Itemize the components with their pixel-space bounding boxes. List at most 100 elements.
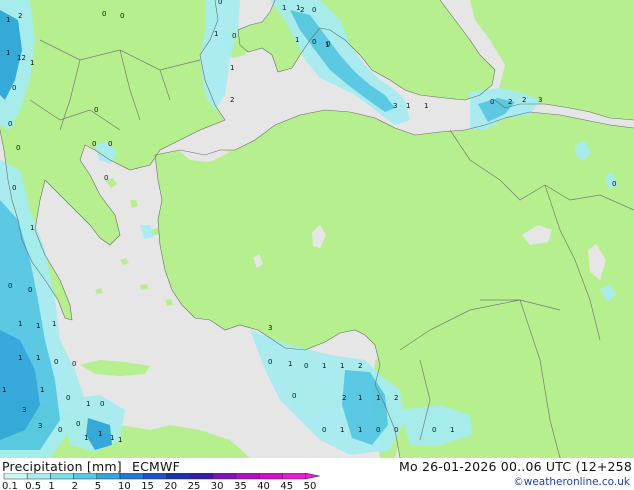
precip-value: 0 (312, 6, 316, 14)
precip-value: 1 (36, 354, 40, 362)
precip-value: 1 (110, 434, 114, 442)
precip-value: 1 (36, 322, 40, 330)
precip-value: 1 (406, 102, 410, 110)
scale-tick-label: 25 (188, 481, 201, 490)
precip-value: 0 (54, 358, 58, 366)
precip-value: 1 (295, 36, 299, 44)
scale-tick-label: 1 (48, 481, 54, 490)
map-viewer: 1 2 0 0 0 1 1 12 1 1 0 1 0 2 0 0 1 1 0 1 3 1 1 0 2 2 3 2 0 0 0 0 0 0 0 1 0 0 1… (0, 0, 634, 490)
precip-value: 0 (104, 174, 108, 182)
precip-value: 0 (94, 106, 98, 114)
precip-value: 1 (30, 224, 34, 232)
precip-value: 3 (393, 102, 397, 110)
precip-value: 1 (18, 354, 22, 362)
precip-value: 0 (490, 98, 494, 106)
precip-value: 0 (322, 426, 326, 434)
precip-value: 1 (30, 59, 34, 67)
precip-value: 0 (218, 0, 222, 6)
scale-tick-label: 5 (95, 481, 101, 490)
precipitation-map: 1 2 0 001 1121101 02 0011 0 13 1 1 0 2 2 3200 0000010 01… (0, 0, 634, 458)
precip-value: 0 (108, 140, 112, 148)
legend-model: ECMWF (132, 459, 180, 474)
precip-value: 3 (22, 406, 26, 414)
scale-tick-label: 45 (280, 481, 293, 490)
precip-value: 0 (12, 84, 16, 92)
precip-value: 3 (538, 96, 542, 104)
precip-value: 0 (8, 120, 12, 128)
precip-value: 1 (52, 320, 56, 328)
scale-tick-label: 40 (257, 481, 270, 490)
scale-cell (50, 473, 74, 480)
precip-value: 1 (214, 30, 218, 38)
scale-arrow (305, 473, 320, 480)
precip-value: 2 (230, 96, 234, 104)
precip-value: 0 (72, 360, 76, 368)
scale-cell (119, 473, 144, 480)
scale-tick-label: 35 (234, 481, 247, 490)
precip-value: 3 (268, 324, 272, 332)
precip-value: 1 (84, 434, 88, 442)
precip-value: 0 (8, 282, 12, 290)
scale-tick-label: 10 (118, 481, 131, 490)
precip-value: 0 (76, 420, 80, 428)
precip-value: 1 (288, 360, 292, 368)
color-scale-ticks: 0.1 0.5 1 2 5 10 15 20 25 30 35 40 45 50 (2, 481, 316, 490)
precip-value: 1 (376, 394, 380, 402)
precip-value: 1 (322, 362, 326, 370)
scale-cell (3, 473, 28, 480)
color-scale: 0.1 0.5 1 2 5 10 15 20 25 30 35 40 45 50 (2, 473, 320, 490)
precip-value: 0 (292, 392, 296, 400)
precip-value: 1 (86, 400, 90, 408)
scale-cell (166, 473, 190, 480)
precip-value: 0 (92, 140, 96, 148)
precip-value: 0 (12, 184, 16, 192)
scale-cell (142, 473, 167, 480)
precip-value: 1 (358, 426, 362, 434)
scale-tick-label: 0.5 (25, 481, 41, 490)
precip-value: 1 (98, 430, 102, 438)
scale-tick-label: 0.1 (2, 481, 18, 490)
scale-cell (96, 473, 121, 480)
precip-value: 2 (18, 12, 22, 20)
precip-value: 1 (424, 102, 428, 110)
precip-value: 0 (100, 400, 104, 408)
precip-value: 1 (282, 4, 286, 12)
precip-value: 1 (358, 394, 362, 402)
scale-cell (26, 473, 51, 480)
precip-value: 0 (120, 12, 124, 20)
precip-value: 1 (450, 426, 454, 434)
scale-tick-label: 15 (141, 481, 154, 490)
forecast-timestamp: Mo 26-01-2026 00..06 UTC (12+258 (398, 459, 632, 474)
precip-value: 0 (16, 144, 20, 152)
precip-value: 1 (6, 49, 10, 57)
precip-value: 1 (18, 320, 22, 328)
credit-link[interactable]: ©weatheronline.co.uk (513, 476, 630, 488)
precip-value: 0 (612, 180, 616, 188)
precip-value: 1 (340, 426, 344, 434)
precip-value: 1 (2, 386, 6, 394)
legend-title: Precipitation [mm] ECMWF (2, 459, 180, 474)
scale-tick-label: 2 (72, 481, 78, 490)
scale-cell (282, 473, 306, 480)
precip-value: 1 (40, 386, 44, 394)
precip-value: 0 (376, 426, 380, 434)
precip-value: 0 (432, 426, 436, 434)
scale-cell (73, 473, 98, 480)
precip-value: 0 (232, 32, 236, 40)
scale-cell (189, 473, 214, 480)
legend-variable: Precipitation [mm] (2, 459, 122, 474)
precip-value: 1 (118, 436, 122, 444)
precip-value: 1 (6, 16, 10, 24)
color-scale-cells (3, 473, 320, 480)
precip-value: 3 (38, 422, 42, 430)
scale-tick-label: 30 (211, 481, 224, 490)
precip-value: 0 (28, 286, 32, 294)
scale-cell (258, 473, 283, 480)
precip-value: 12 (17, 54, 26, 62)
precip-value: 1 (340, 362, 344, 370)
precip-value: 2 (508, 98, 512, 106)
precip-value: 0 (268, 358, 272, 366)
scale-cell (212, 473, 237, 480)
precip-value: 0 (58, 426, 62, 434)
scale-tick-label: 50 (304, 481, 317, 490)
